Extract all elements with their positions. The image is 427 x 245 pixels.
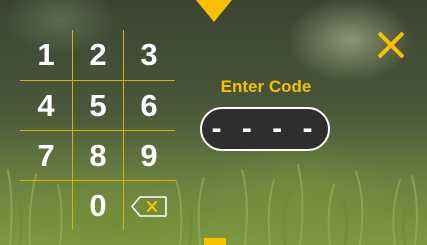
key-8[interactable]: 8 — [73, 131, 123, 181]
key-3[interactable]: 3 — [124, 30, 174, 80]
code-entry-screen: 1 2 3 4 5 6 7 8 9 0 Enter Code - - - - — [0, 0, 427, 245]
backspace-button[interactable] — [124, 181, 174, 231]
key-0[interactable]: 0 — [73, 181, 123, 231]
code-input[interactable]: - - - - — [200, 107, 330, 151]
key-9[interactable]: 9 — [124, 131, 174, 181]
triangle-down-icon — [196, 0, 232, 22]
enter-code-label: Enter Code — [220, 77, 312, 96]
key-4[interactable]: 4 — [21, 81, 71, 131]
close-icon[interactable] — [376, 30, 406, 60]
keypad: 1 2 3 4 5 6 7 8 9 0 — [20, 30, 175, 230]
key-7[interactable]: 7 — [21, 131, 71, 181]
key-6[interactable]: 6 — [124, 81, 174, 131]
backspace-icon — [130, 195, 168, 217]
key-1[interactable]: 1 — [21, 30, 71, 80]
key-2[interactable]: 2 — [73, 30, 123, 80]
key-5[interactable]: 5 — [73, 81, 123, 131]
bottom-handle[interactable] — [204, 238, 226, 245]
